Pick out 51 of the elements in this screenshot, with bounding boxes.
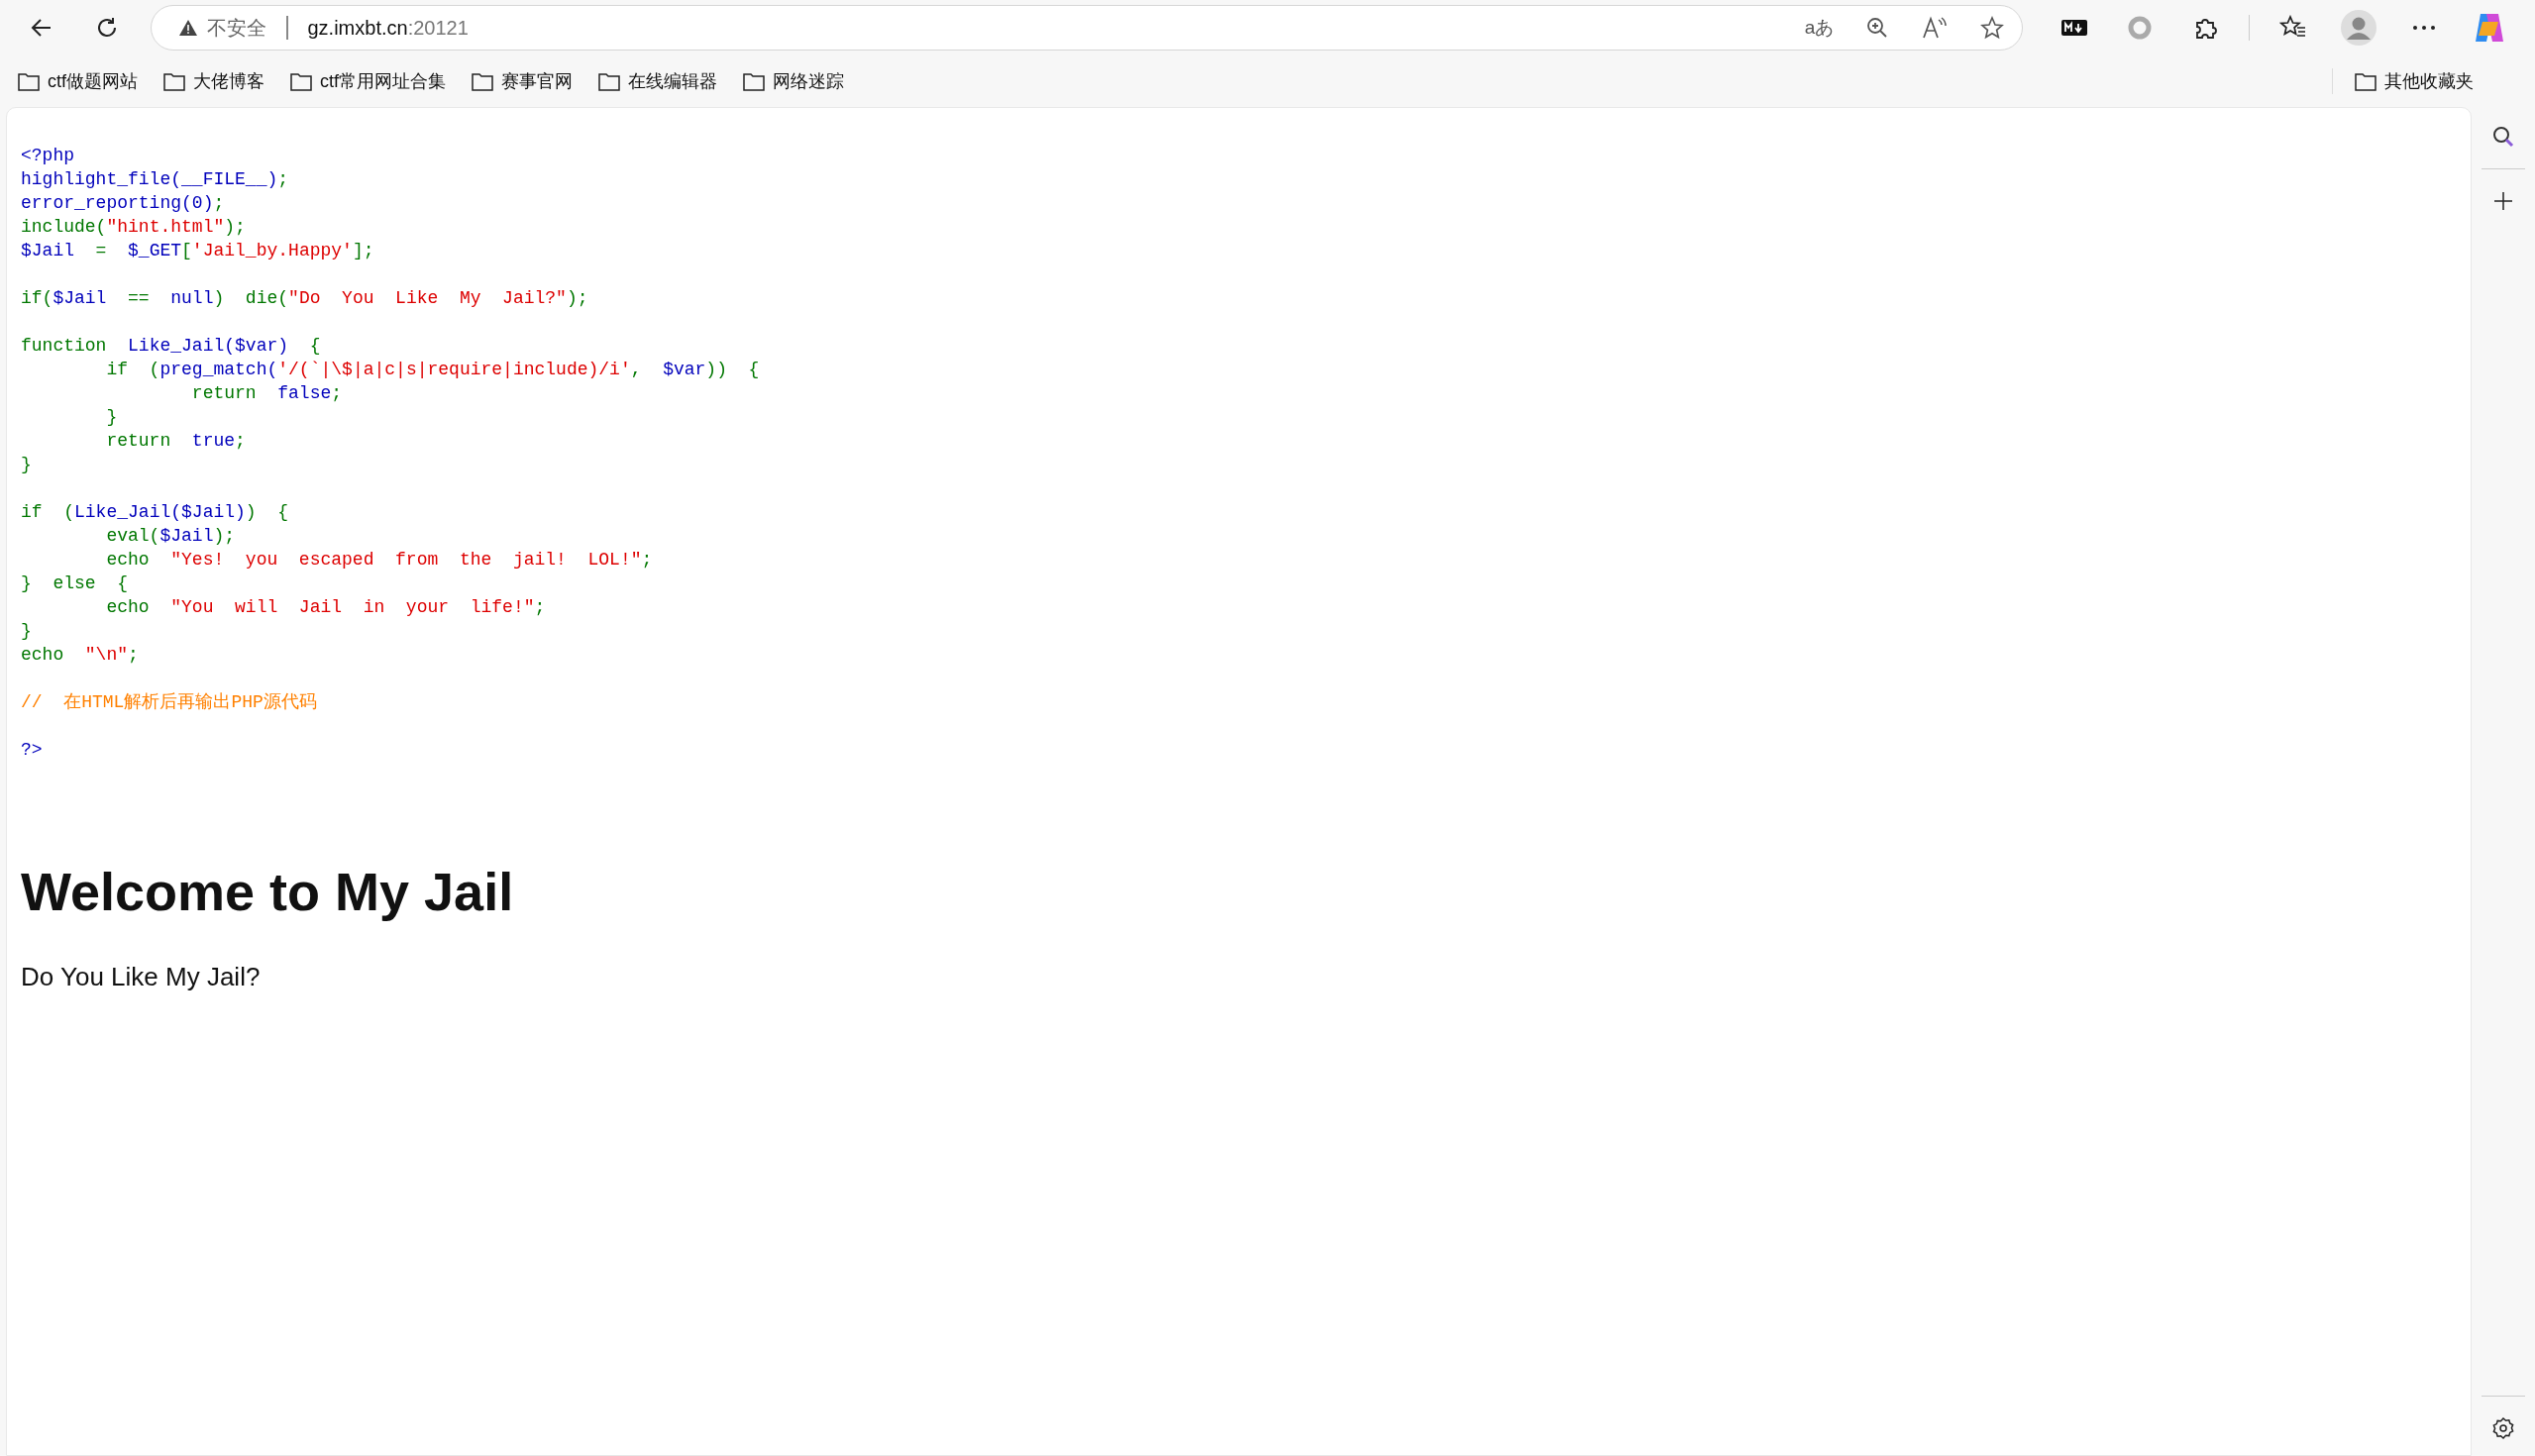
code-line: ?> <box>21 739 43 762</box>
code-line: echo "You will Jail in your life!"; <box>105 596 546 619</box>
code-line: return true; <box>105 430 246 453</box>
code-line: include("hint.html"); <box>21 216 246 239</box>
page-message: Do You Like My Jail? <box>21 962 261 992</box>
bookmark-folder[interactable]: 大佬博客 <box>161 65 266 97</box>
translate-button[interactable]: aあ <box>1801 10 1838 46</box>
code-line: function Like_Jail($var) { <box>21 335 321 358</box>
warning-icon <box>179 20 197 36</box>
code-line: echo "Yes! you escaped from the jail! LOL!"; <box>105 549 653 572</box>
security-label[interactable]: 不安全 <box>207 14 266 42</box>
folder-icon <box>2355 71 2377 91</box>
folder-icon <box>163 71 185 91</box>
folder-icon <box>598 71 621 91</box>
folder-icon <box>18 71 40 91</box>
folder-icon <box>472 71 494 91</box>
code-line: } <box>105 406 118 429</box>
bookmark-folder[interactable]: 在线编辑器 <box>596 65 720 97</box>
code-line: highlight_file(__FILE__); <box>21 168 289 191</box>
star-icon[interactable] <box>1979 16 2004 40</box>
bookmark-folder[interactable]: 其他收藏夹 <box>2353 65 2476 97</box>
address-bar[interactable]: 不安全 gz.imxbt.cn:20121 aあ <box>151 5 2023 51</box>
zoom-in-icon[interactable] <box>1864 16 1889 40</box>
code-line: echo "\n"; <box>21 644 139 667</box>
code-line: <?php <box>21 145 74 167</box>
add-icon[interactable] <box>2493 191 2513 211</box>
markdown-icon[interactable] <box>2060 20 2087 36</box>
folder-icon <box>743 71 766 91</box>
bookmark-folder[interactable]: 赛事官网 <box>470 65 576 97</box>
code-comment: // 在HTML解析后再输出PHP源代码 <box>21 691 317 714</box>
url-text[interactable]: gz.imxbt.cn:20121 <box>307 16 469 40</box>
more-options-icon[interactable] <box>2412 25 2436 31</box>
profile-avatar[interactable] <box>2341 10 2377 46</box>
read-aloud-icon[interactable] <box>1921 16 1948 40</box>
page-heading: Welcome to My Jail <box>21 861 514 922</box>
code-line: error_reporting(0); <box>21 192 225 215</box>
settings-icon[interactable] <box>2491 1416 2515 1440</box>
code-line: return false; <box>190 382 343 405</box>
code-line: $Jail = $_GET['Jail_by.Happy']; <box>21 240 374 262</box>
bookmark-folder[interactable]: ctf做题网站 <box>16 65 140 97</box>
code-line: } <box>21 620 32 643</box>
code-line: if (Like_Jail($Jail)) { <box>21 501 289 524</box>
bookmark-folder[interactable]: ctf常用网址合集 <box>288 65 449 97</box>
folder-icon <box>290 71 312 91</box>
code-line: eval($Jail); <box>105 525 236 548</box>
bookmark-folder[interactable]: 网络迷踪 <box>741 65 847 97</box>
search-icon[interactable] <box>2491 125 2515 149</box>
code-line: if (preg_match('/(`|\$|a|c|s|require|include)/i', $var)) { <box>105 359 760 381</box>
code-line: } <box>21 454 32 476</box>
code-line: if($Jail == null) die("Do You Like My Jail?"); <box>21 287 588 310</box>
code-line: } else { <box>21 572 129 595</box>
